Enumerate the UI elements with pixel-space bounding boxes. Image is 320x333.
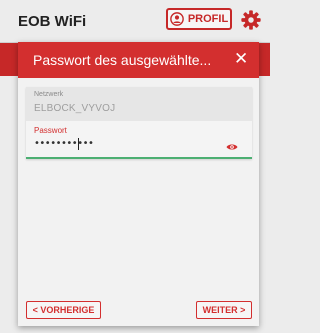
eye-icon[interactable] — [226, 143, 238, 151]
network-value: ELBOCK_VYVOJ — [34, 103, 116, 114]
close-icon[interactable]: ✕ — [234, 50, 248, 68]
dialog-title: Passwort des ausgewählte... — [33, 52, 212, 68]
gear-icon[interactable] — [240, 9, 262, 31]
network-field: Netzwerk ELBOCK_VYVOJ — [26, 87, 252, 121]
profile-label: PROFIL — [187, 13, 229, 25]
password-dialog: Passwort des ausgewählte... ✕ Netzwerk E… — [18, 42, 259, 326]
previous-button[interactable]: < VORHERIGE — [26, 301, 101, 319]
app-title: EOB WiFi — [18, 13, 87, 30]
password-label: Passwort — [34, 126, 67, 135]
credentials-card: Netzwerk ELBOCK_VYVOJ Passwort •••••••••… — [26, 87, 252, 159]
text-cursor — [78, 138, 79, 150]
password-input[interactable]: ••••••••••• — [34, 138, 94, 149]
profile-icon — [170, 12, 184, 26]
next-button[interactable]: WEITER > — [196, 301, 252, 319]
password-field[interactable]: Passwort ••••••••••• — [26, 121, 252, 159]
profile-button[interactable]: PROFIL — [166, 8, 232, 30]
dialog-header: Passwort des ausgewählte... ✕ — [18, 42, 259, 78]
network-label: Netzwerk — [34, 91, 64, 98]
app-bar: EOB WiFi PROFIL — [0, 0, 270, 43]
